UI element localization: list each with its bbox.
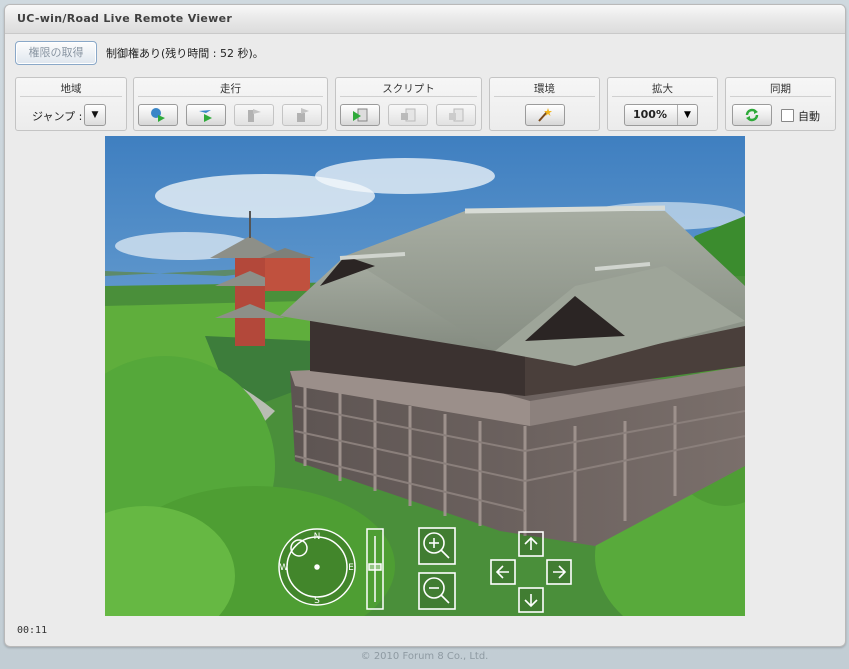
window-title: UC-win/Road Live Remote Viewer [17,12,233,25]
compass-s: S [314,596,320,606]
acquire-control-button[interactable]: 権限の取得 [15,41,97,65]
environment-group: 環境 [489,77,600,131]
refresh-icon [745,108,759,122]
script-pause-button[interactable] [436,104,476,126]
environment-group-label: 環境 [494,81,595,97]
scene-image: N E S W [105,136,745,616]
magic-wand-icon [538,108,552,122]
script-stop-button[interactable] [388,104,428,126]
arrow-right-icon[interactable] [546,559,572,585]
remote-viewer-window: UC-win/Road Live Remote Viewer 権限の取得 制御権… [4,4,846,647]
zoom-in-icon[interactable] [418,527,456,565]
reset-drive-icon [297,108,309,122]
copyright-footer: © 2010 Forum 8 Co., Ltd. [360,651,489,662]
chevron-down-icon: ▼ [677,105,697,125]
drive-start-icon [151,108,165,122]
reset-drive-button[interactable] [282,104,322,126]
region-group-label: 地域 [20,81,122,97]
stop-drive-icon [248,109,261,122]
drive-group-label: 走行 [138,81,323,97]
arrow-down-icon[interactable] [518,587,544,613]
auto-sync-label: 自動 [798,110,820,123]
stop-drive-button[interactable] [234,104,274,126]
script-stop-icon [401,108,416,122]
zoom-select[interactable]: 100% ▼ [624,104,698,126]
compass-w: W [280,563,289,573]
sync-refresh-button[interactable] [732,104,772,126]
auto-sync-checkbox[interactable] [781,109,794,122]
script-group: スクリプト [335,77,482,131]
elapsed-timer: 00:11 [17,625,48,636]
chevron-down-icon: ▼ [91,110,99,120]
compass-n: N [314,532,321,542]
control-status-text: 制御権あり(残り時間 : 52 秒)。 [106,47,264,60]
zoom-group: 拡大 100% ▼ [607,77,718,131]
script-play-button[interactable] [340,104,380,126]
3d-viewport[interactable]: N E S W [105,136,745,616]
script-pause-icon [449,108,464,122]
sync-group-label: 同期 [730,81,831,97]
sync-group: 同期 自動 [725,77,836,131]
fly-mode-icon [199,110,212,122]
script-group-label: スクリプト [340,81,477,97]
fly-mode-button[interactable] [186,104,226,126]
title-bar: UC-win/Road Live Remote Viewer [5,5,845,34]
jump-dropdown-button[interactable]: ▼ [84,104,106,126]
zoom-group-label: 拡大 [612,81,713,97]
drive-group: 走行 [133,77,328,131]
environment-button[interactable] [525,104,565,126]
compass-e: E [348,563,354,573]
script-play-icon [353,108,368,122]
zoom-value: 100% [633,108,667,121]
jump-label: ジャンプ : [32,110,83,123]
drive-start-button[interactable] [138,104,178,126]
zoom-out-icon[interactable] [418,572,456,610]
arrow-up-icon[interactable] [518,531,544,557]
region-group: 地域 ジャンプ : ▼ [15,77,127,131]
arrow-left-icon[interactable] [490,559,516,585]
